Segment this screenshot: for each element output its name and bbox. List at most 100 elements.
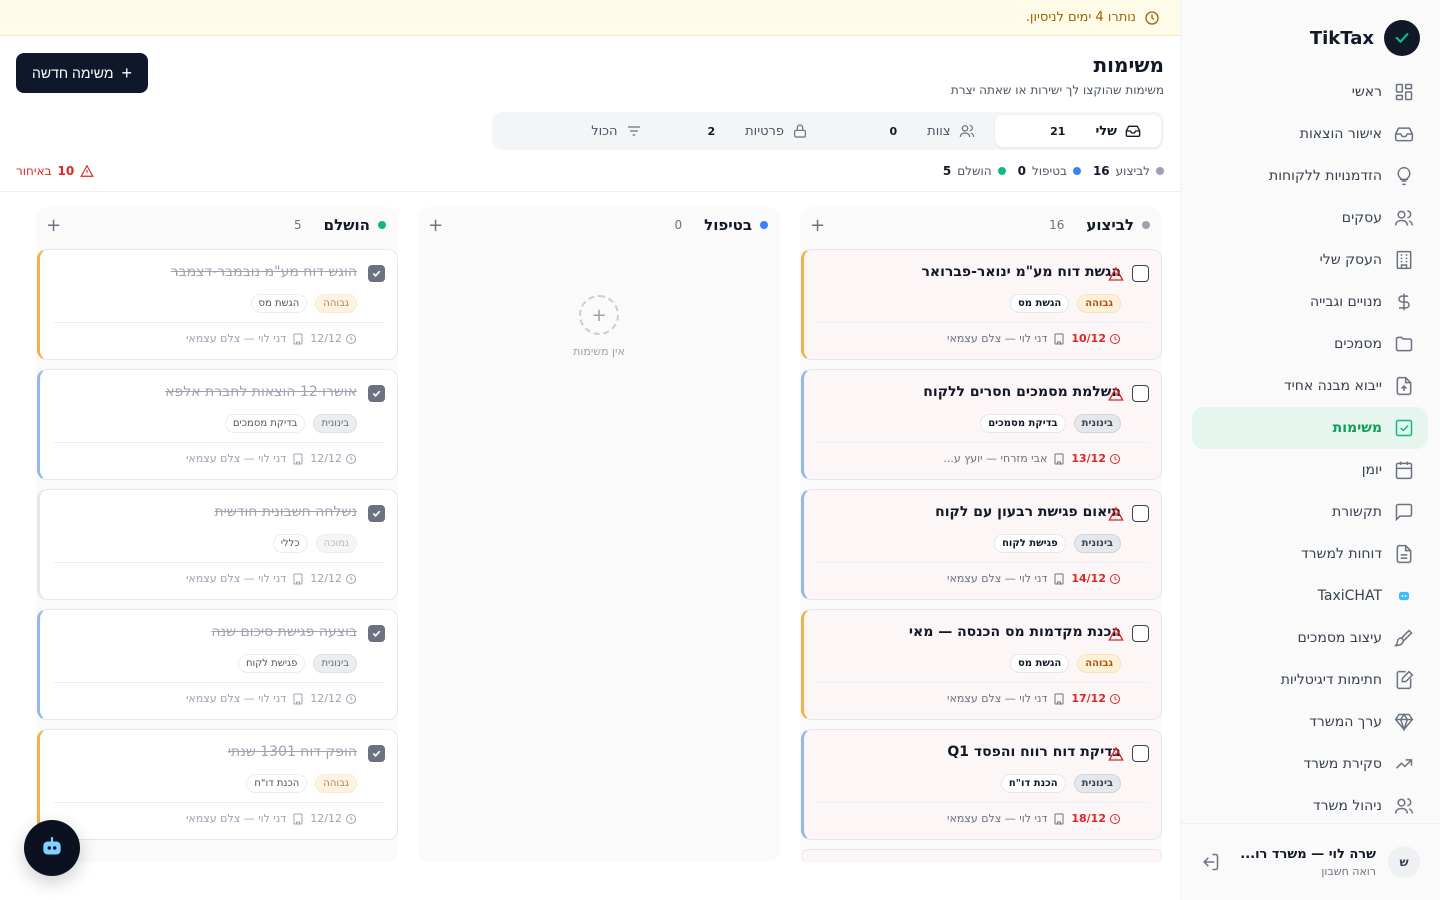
task-title: תיאום פגישת רבעון עם לקוח — [935, 504, 1121, 520]
task-checkbox[interactable] — [1132, 265, 1149, 282]
client-name: דני לוי — צלם עצמאי — [947, 332, 1048, 345]
task-checkbox-checked[interactable] — [368, 265, 385, 282]
main-content: נותרו 4 ימים לניסיון. משימות משימות שהוק… — [0, 0, 1180, 900]
clock-icon — [1110, 333, 1120, 344]
trend-icon — [1395, 759, 1413, 769]
due-date: 12/12 — [310, 812, 357, 825]
sidebar-item-design[interactable]: עיצוב מסמכים — [1192, 617, 1428, 659]
task-checkbox[interactable] — [1132, 745, 1149, 762]
due-date: 13/12 — [1071, 452, 1121, 465]
task-title: הגשת דוח מע"מ ינואר-פברואר — [921, 264, 1121, 280]
task-card-partial[interactable] — [801, 849, 1162, 863]
bot-icon — [1399, 591, 1409, 601]
sidebar-item-subscriptions[interactable]: מנויים וגבייה — [1192, 281, 1428, 323]
folder-icon — [1395, 336, 1413, 352]
sidebar-item-label: יומן — [1361, 462, 1382, 478]
tab-count: 21 — [1050, 124, 1066, 138]
sidebar-item-reports[interactable]: דוחות למשרד — [1192, 533, 1428, 575]
task-checkbox-checked[interactable] — [368, 625, 385, 642]
empty-state: + אין משימות — [418, 295, 780, 358]
task-card[interactable]: השלמת מסמכים חסרים ללקוח בינונית בדיקת מס… — [801, 369, 1162, 480]
building-icon — [293, 813, 303, 824]
task-checkbox[interactable] — [1132, 385, 1149, 402]
task-checkbox[interactable] — [1132, 625, 1149, 642]
warning-icon — [80, 164, 95, 177]
task-card[interactable]: אושרו 12 הוצאות לחברת אלפא בינונית בדיקת … — [37, 369, 398, 480]
category-badge: הכנת דו"ח — [1000, 774, 1066, 793]
column-todo: לביצוע 16 + הגשת דוח מע"מ ינואר-פברואר ג… — [800, 207, 1162, 863]
brand[interactable]: TikTax — [1310, 20, 1420, 56]
overdue-indicator[interactable]: 10 באיחור — [16, 164, 95, 178]
task-card[interactable]: הופק דוח 1301 שנתי גבוהה הכנת דו"ח 12/12 ד… — [37, 729, 398, 840]
sidebar-item-label: ייבוא מבנה אחיד — [1283, 378, 1382, 394]
chatbot-button[interactable] — [24, 820, 80, 876]
task-checkbox[interactable] — [1132, 505, 1149, 522]
sidebar-item-signatures[interactable]: חתימות דיגיטליות — [1192, 659, 1428, 701]
task-checkbox-checked[interactable] — [368, 505, 385, 522]
task-card[interactable]: הכנת מקדמות מס הכנסה — מאי גבוהה הגשת מס … — [801, 609, 1162, 720]
sidebar-item-office-value[interactable]: ערך המשרד — [1192, 701, 1428, 743]
sidebar-item-import[interactable]: ייבוא מבנה אחיד — [1192, 365, 1428, 407]
plus-icon[interactable]: + — [579, 295, 619, 335]
due-date: 12/12 — [310, 452, 357, 465]
column-title: לביצוע — [1086, 216, 1134, 234]
tab-team[interactable]: צוות 0 — [828, 115, 995, 147]
add-task-icon[interactable]: + — [428, 215, 443, 236]
task-card[interactable]: נשלחה חשבונית חודשית נמוכה כללי 12/12 דני … — [37, 489, 398, 600]
status-summary: לביצוע 16 בטיפול 0 הושלם 5 — [943, 164, 1164, 178]
plus-icon: + — [121, 63, 133, 83]
user-profile[interactable]: ש שרה לוי — משרד רו... רואה חשבון — [1180, 823, 1440, 900]
tab-private[interactable]: פרטיות 2 — [662, 115, 829, 147]
task-card[interactable]: בוצעה פגישת סיכום שנה בינונית פגישת לקוח … — [37, 609, 398, 720]
task-card[interactable]: תיאום פגישת רבעון עם לקוח בינונית פגישת ל… — [801, 489, 1162, 600]
sidebar-item-tasks[interactable]: משימות — [1192, 407, 1428, 449]
sidebar-item-label: תקשורת — [1332, 504, 1382, 520]
card-divider — [54, 442, 385, 443]
warning-icon — [1108, 266, 1124, 281]
column-in-progress: בטיפול 0 + + אין משימות — [418, 207, 780, 862]
warning-icon — [1108, 506, 1124, 521]
sidebar-item-expenses[interactable]: אישור הוצאות — [1192, 113, 1428, 155]
page-header: משימות משימות שהוקצו לך ישירות או שאתה י… — [16, 53, 1164, 97]
card-divider — [818, 802, 1149, 803]
clock-icon — [346, 333, 356, 344]
users-icon — [959, 124, 974, 138]
tab-count: 0 — [889, 124, 898, 138]
card-divider — [54, 802, 385, 803]
tab-label: הכול — [591, 123, 618, 139]
task-card[interactable]: בדיקת דוח רווח והפסד Q1 בינונית הכנת דו"ח… — [801, 729, 1162, 840]
sidebar-item-opportunities[interactable]: הזדמנויות ללקוחות — [1192, 155, 1428, 197]
task-checkbox-checked[interactable] — [368, 385, 385, 402]
logout-icon[interactable] — [1200, 852, 1220, 872]
tab-mine[interactable]: שלי 21 — [994, 115, 1161, 147]
task-title: בדיקת דוח רווח והפסד Q1 — [947, 744, 1121, 760]
bot-icon — [43, 837, 61, 855]
page-subtitle: משימות שהוקצו לך ישירות או שאתה יצרת — [950, 83, 1164, 97]
sidebar-item-office-management[interactable]: ניהול משרד — [1192, 785, 1428, 827]
sidebar-item-taxichat[interactable]: TaxiCHAT — [1192, 575, 1428, 617]
tab-all[interactable]: הכול — [495, 115, 662, 147]
task-card[interactable]: הוגש דוח מע"מ נובמבר-דצמבר גבוהה הגשת מס … — [37, 249, 398, 360]
sidebar-item-calendar[interactable]: יומן — [1192, 449, 1428, 491]
warning-icon — [1108, 386, 1124, 401]
task-card[interactable]: הגשת דוח מע"מ ינואר-פברואר גבוהה הגשת מס … — [801, 249, 1162, 360]
status-dot — [1072, 167, 1081, 175]
sidebar-item-businesses[interactable]: עסקים — [1192, 197, 1428, 239]
status-dot — [1156, 167, 1164, 175]
add-task-icon[interactable]: + — [810, 215, 825, 236]
sidebar-item-home[interactable]: ראשי — [1192, 71, 1428, 113]
category-badge: הגשת מס — [1009, 654, 1070, 673]
warning-icon — [1108, 626, 1124, 641]
sidebar-item-my-business[interactable]: העסק שלי — [1192, 239, 1428, 281]
sidebar-item-office-overview[interactable]: סקירת משרד — [1192, 743, 1428, 785]
building-icon — [1054, 693, 1064, 704]
add-task-icon[interactable]: + — [46, 215, 61, 236]
task-checkbox-checked[interactable] — [368, 745, 385, 762]
clock-icon — [1110, 573, 1120, 584]
priority-badge: גבוהה — [1077, 294, 1121, 313]
sidebar-item-label: חתימות דיגיטליות — [1280, 672, 1382, 688]
sidebar-item-communication[interactable]: תקשורת — [1192, 491, 1428, 533]
new-task-button[interactable]: + משימה חדשה — [16, 53, 149, 93]
clock-icon — [1110, 813, 1120, 824]
sidebar-item-documents[interactable]: מסמכים — [1192, 323, 1428, 365]
